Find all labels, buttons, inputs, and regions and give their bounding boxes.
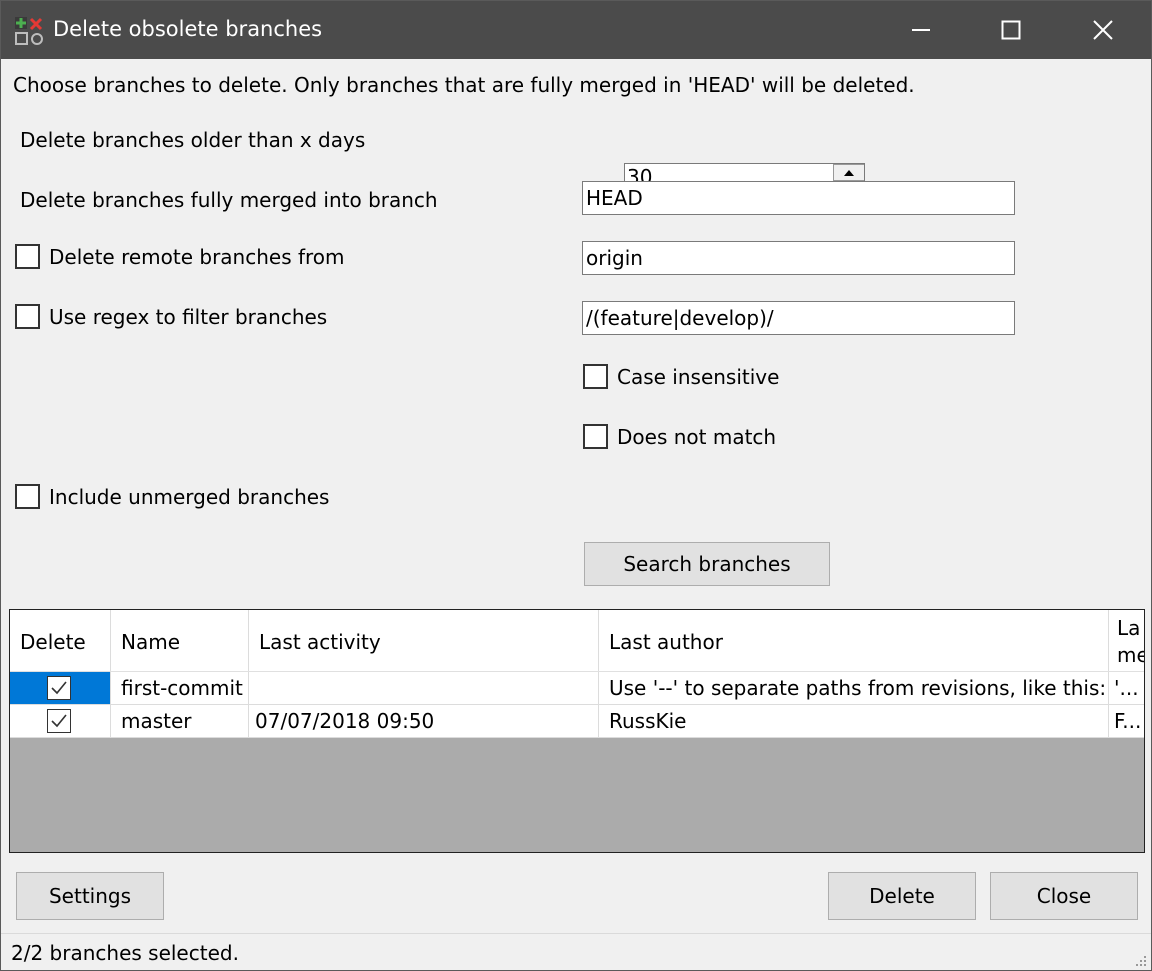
last-author-cell: RussKie (599, 705, 1109, 737)
branch-name: master (121, 709, 192, 733)
name-cell: first-commit (111, 672, 249, 704)
last-message-value: '... (1114, 676, 1139, 700)
column-header-delete[interactable]: Delete (10, 610, 111, 671)
minimize-icon (912, 29, 930, 31)
delete-remote-checkbox[interactable] (15, 244, 40, 269)
delete-row-checkbox[interactable] (47, 676, 71, 700)
last-author-cell: Use '--' to separate paths from revision… (599, 672, 1109, 704)
does-not-match-checkbox[interactable] (583, 424, 608, 449)
branches-grid: Delete Name Last activity Last author La… (9, 609, 1145, 853)
last-activity-value: 07/07/2018 09:50 (255, 709, 435, 733)
delete-button[interactable]: Delete (828, 872, 976, 920)
case-insensitive-checkbox[interactable] (583, 364, 608, 389)
spin-up-icon (844, 169, 854, 176)
spin-up-button[interactable] (833, 164, 864, 181)
column-header-last-message[interactable]: La me (1109, 610, 1144, 671)
delete-cell[interactable] (10, 705, 111, 737)
search-branches-button[interactable]: Search branches (584, 542, 830, 586)
regex-filter-input[interactable]: /(feature|develop)/ (582, 301, 1015, 335)
last-message-value: F... (1114, 709, 1142, 733)
merged-into-branch-input[interactable]: HEAD (582, 181, 1015, 215)
delete-cell[interactable] (10, 672, 111, 704)
title-bar[interactable]: Delete obsolete branches (1, 1, 1151, 59)
column-header-last-activity[interactable]: Last activity (249, 610, 599, 671)
column-header-name[interactable]: Name (111, 610, 249, 671)
close-icon (1093, 20, 1113, 40)
column-header-last-activity-label: Last activity (259, 630, 381, 654)
include-unmerged-label: Include unmerged branches (49, 485, 330, 509)
resize-grip-icon[interactable] (1133, 953, 1147, 967)
merged-into-label: Delete branches fully merged into branch (20, 188, 438, 212)
last-author-value: Use '--' to separate paths from revision… (609, 676, 1107, 700)
grid-header: Delete Name Last activity Last author La… (10, 610, 1144, 672)
settings-button[interactable]: Settings (16, 872, 164, 920)
older-than-days-value: 30 (627, 165, 653, 181)
delete-remote-label: Delete remote branches from (49, 245, 345, 269)
older-than-days-input[interactable]: 30 (624, 163, 865, 181)
does-not-match-label: Does not match (617, 425, 777, 449)
delete-row-checkbox[interactable] (47, 709, 71, 733)
instructions-text: Choose branches to delete. Only branches… (13, 73, 915, 97)
last-author-value: RussKie (609, 709, 687, 733)
branch-name: first-commit (121, 676, 243, 700)
dialog-window: Delete obsolete branches Choose branches… (0, 0, 1152, 971)
maximize-icon (1001, 20, 1021, 40)
close-window-button[interactable] (1057, 1, 1149, 59)
window-title: Delete obsolete branches (53, 17, 323, 41)
minimize-button[interactable] (875, 1, 967, 59)
column-header-last-message-line2: me (1117, 643, 1144, 667)
last-message-cell: '... (1109, 672, 1144, 704)
checkmark-icon (51, 714, 67, 728)
column-header-delete-label: Delete (20, 630, 86, 654)
table-row[interactable]: first-commit Use '--' to separate paths … (10, 672, 1144, 705)
column-header-last-author-label: Last author (609, 630, 723, 654)
status-text: 2/2 branches selected. (11, 941, 239, 965)
maximize-button[interactable] (965, 1, 1057, 59)
column-header-last-message-line1: La (1117, 616, 1141, 640)
git-extensions-icon (15, 17, 43, 45)
column-header-last-author[interactable]: Last author (599, 610, 1109, 671)
last-activity-cell: 07/07/2018 09:50 (249, 705, 599, 737)
last-activity-cell (249, 672, 599, 704)
column-header-name-label: Name (121, 630, 181, 654)
status-bar: 2/2 branches selected. (1, 933, 1151, 970)
case-insensitive-label: Case insensitive (617, 365, 780, 389)
use-regex-checkbox[interactable] (15, 304, 40, 329)
include-unmerged-checkbox[interactable] (15, 484, 40, 509)
table-row[interactable]: master 07/07/2018 09:50 RussKie F... (10, 705, 1144, 738)
close-button[interactable]: Close (990, 872, 1138, 920)
use-regex-label: Use regex to filter branches (49, 305, 328, 329)
name-cell: master (111, 705, 249, 737)
remote-name-input[interactable]: origin (582, 241, 1015, 275)
last-message-cell: F... (1109, 705, 1144, 737)
older-than-label: Delete branches older than x days (20, 128, 366, 152)
checkmark-icon (51, 681, 67, 695)
